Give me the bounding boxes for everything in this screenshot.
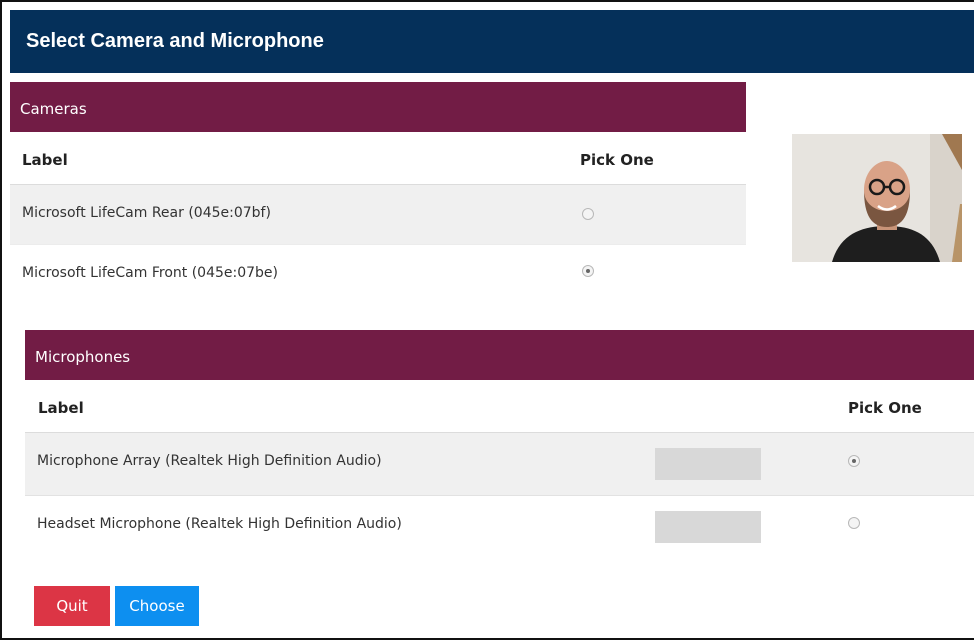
quit-button[interactable]: Quit	[34, 586, 110, 626]
camera-label-front: Microsoft LifeCam Front (045e:07be)	[22, 265, 278, 281]
camera-row-front[interactable]: Microsoft LifeCam Front (045e:07be)	[10, 244, 746, 304]
dialog-title: Select Camera and Microphone	[26, 30, 324, 52]
microphone-label-headset: Headset Microphone (Realtek High Definit…	[37, 516, 402, 532]
microphone-row-array[interactable]: Microphone Array (Realtek High Definitio…	[25, 432, 974, 495]
microphones-label-column-header: Label	[38, 399, 84, 417]
microphone-label-array: Microphone Array (Realtek High Definitio…	[37, 453, 382, 469]
dialog-title-bar: Select Camera and Microphone	[10, 10, 974, 73]
cameras-section-header: Cameras	[10, 82, 746, 132]
camera-preview-image	[792, 134, 962, 262]
microphone-level-meter-headset	[655, 511, 761, 543]
microphone-radio-array[interactable]	[848, 455, 860, 467]
microphone-radio-headset[interactable]	[848, 517, 860, 529]
microphone-level-meter-array	[655, 448, 761, 480]
cameras-label-column-header: Label	[22, 151, 68, 169]
cameras-pick-column-header: Pick One	[580, 151, 654, 169]
cameras-section-title: Cameras	[20, 100, 87, 118]
camera-preview-video	[792, 134, 962, 262]
camera-row-rear[interactable]: Microsoft LifeCam Rear (045e:07bf)	[10, 184, 746, 244]
camera-radio-rear[interactable]	[582, 208, 594, 220]
microphones-section-title: Microphones	[35, 348, 131, 366]
camera-radio-front[interactable]	[582, 265, 594, 277]
microphones-section-header: Microphones	[25, 330, 974, 380]
camera-label-rear: Microsoft LifeCam Rear (045e:07bf)	[22, 205, 271, 221]
choose-button[interactable]: Choose	[115, 586, 199, 626]
microphones-pick-column-header: Pick One	[848, 399, 922, 417]
microphone-row-headset[interactable]: Headset Microphone (Realtek High Definit…	[25, 495, 974, 558]
